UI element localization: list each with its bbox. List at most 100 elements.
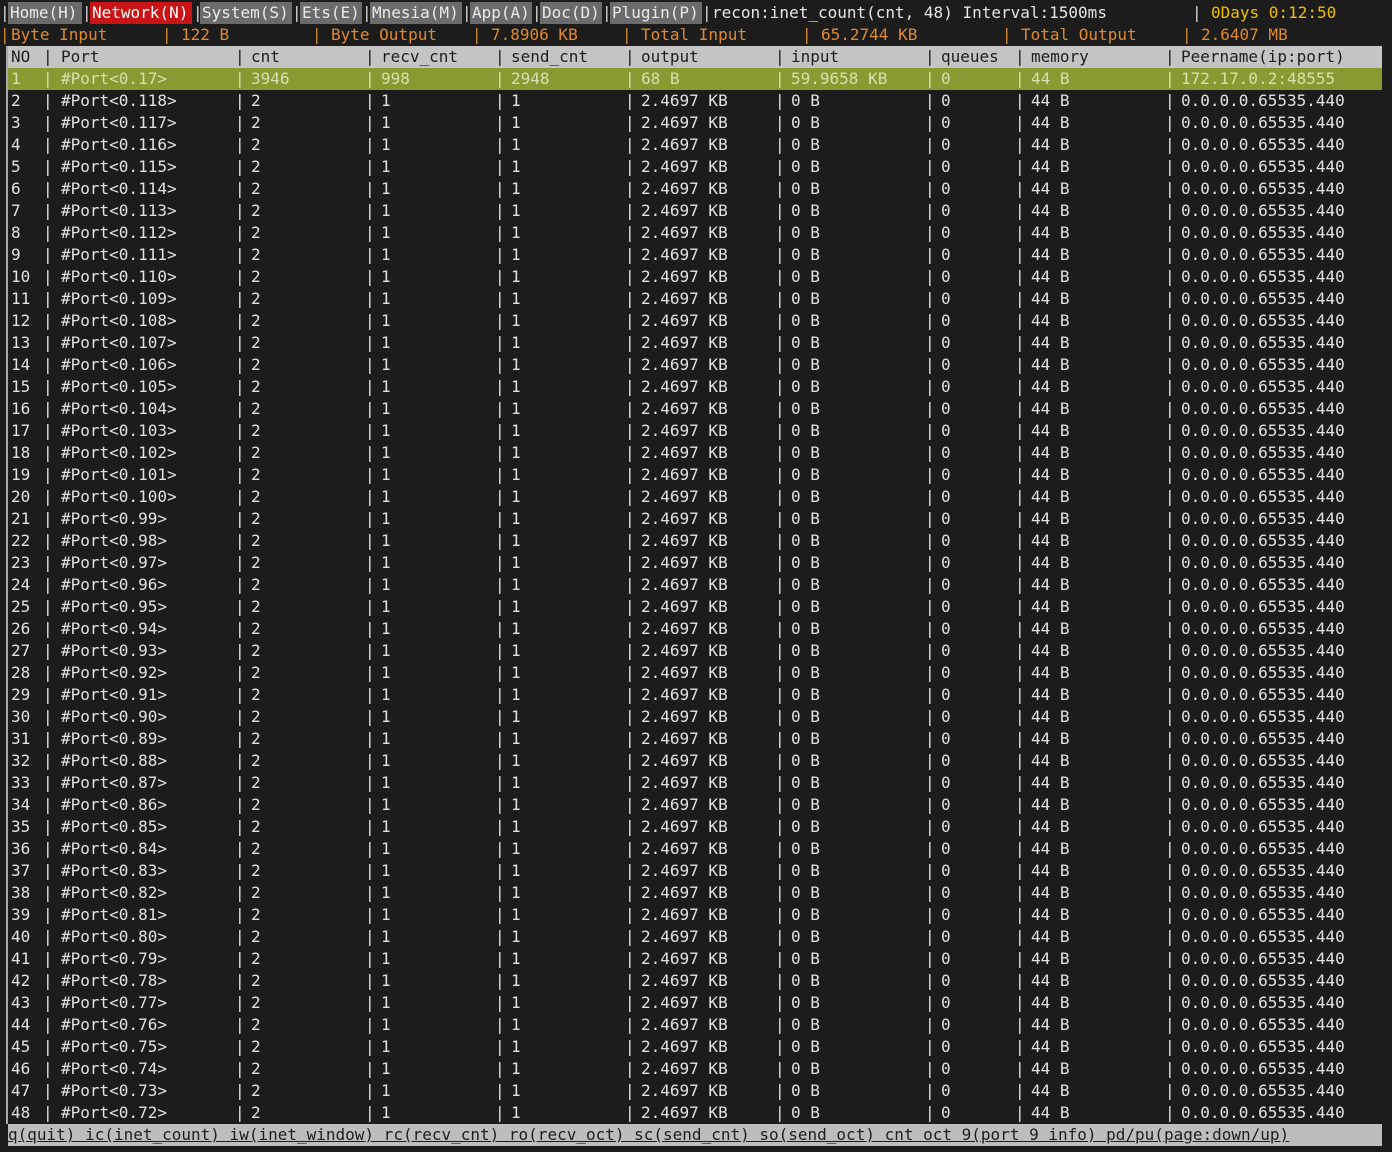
cell-output: 2.4697 KB [641,1059,728,1078]
cell-separator: | [43,773,53,792]
cell-separator: | [235,223,245,242]
col-header-recv-cnt[interactable]: recv_cnt [381,46,458,68]
tab-home[interactable]: Home(H) [8,2,82,24]
cell-separator: | [775,531,785,550]
table-row[interactable]: 37 | #Port<0.83> | 2 | 1 | 1 | 2.4697 KB | 0 B | 0 | 44 … [8,860,1382,882]
table-row[interactable]: 11 | #Port<0.109> | 2 | 1 | 1 | 2.4697 KB | 0 B | 0 | 44… [8,288,1382,310]
table-row[interactable]: 28 | #Port<0.92> | 2 | 1 | 1 | 2.4697 KB | 0 B | 0 | 44 … [8,662,1382,684]
cell-queues: 0 [941,311,951,330]
col-header-port[interactable]: Port [61,46,100,68]
cell-separator: | [625,641,635,660]
table-row[interactable]: 29 | #Port<0.91> | 2 | 1 | 1 | 2.4697 KB | 0 B | 0 | 44 … [8,684,1382,706]
tab-plugin[interactable]: Plugin(P) [610,2,702,24]
tab-app[interactable]: App(A) [470,2,532,24]
table-row[interactable]: 26 | #Port<0.94> | 2 | 1 | 1 | 2.4697 KB | 0 B | 0 | 44 … [8,618,1382,640]
table-row[interactable]: 10 | #Port<0.110> | 2 | 1 | 1 | 2.4697 KB | 0 B | 0 | 44… [8,266,1382,288]
cell-separator: | [1015,91,1025,110]
table-row[interactable]: 40 | #Port<0.80> | 2 | 1 | 1 | 2.4697 KB | 0 B | 0 | 44 … [8,926,1382,948]
table-row[interactable]: 39 | #Port<0.81> | 2 | 1 | 1 | 2.4697 KB | 0 B | 0 | 44 … [8,904,1382,926]
table-row[interactable]: 36 | #Port<0.84> | 2 | 1 | 1 | 2.4697 KB | 0 B | 0 | 44 … [8,838,1382,860]
table-row[interactable]: 21 | #Port<0.99> | 2 | 1 | 1 | 2.4697 KB | 0 B | 0 | 44 … [8,508,1382,530]
table-row[interactable]: 48 | #Port<0.72> | 2 | 1 | 1 | 2.4697 KB | 0 B | 0 | 44 … [8,1102,1382,1124]
cell-separator: | [925,685,935,704]
cell-queues: 0 [941,729,951,748]
table-row[interactable]: 44 | #Port<0.76> | 2 | 1 | 1 | 2.4697 KB | 0 B | 0 | 44 … [8,1014,1382,1036]
cell-send-cnt: 1 [511,223,521,242]
table-row[interactable]: 22 | #Port<0.98> | 2 | 1 | 1 | 2.4697 KB | 0 B | 0 | 44 … [8,530,1382,552]
cell-send-cnt: 1 [511,949,521,968]
table-row[interactable]: 4 | #Port<0.116> | 2 | 1 | 1 | 2.4697 KB | 0 B | 0 | 44 … [8,134,1382,156]
table-row[interactable]: 34 | #Port<0.86> | 2 | 1 | 1 | 2.4697 KB | 0 B | 0 | 44 … [8,794,1382,816]
table-row[interactable]: 23 | #Port<0.97> | 2 | 1 | 1 | 2.4697 KB | 0 B | 0 | 44 … [8,552,1382,574]
table-row[interactable]: 18 | #Port<0.102> | 2 | 1 | 1 | 2.4697 KB | 0 B | 0 | 44… [8,442,1382,464]
cell-recv-cnt: 1 [381,157,391,176]
table-row[interactable]: 5 | #Port<0.115> | 2 | 1 | 1 | 2.4697 KB | 0 B | 0 | 44 … [8,156,1382,178]
cell-cnt: 2 [251,1037,261,1056]
table-row[interactable]: 8 | #Port<0.112> | 2 | 1 | 1 | 2.4697 KB | 0 B | 0 | 44 … [8,222,1382,244]
tab-mnesia[interactable]: Mnesia(M) [370,2,462,24]
table-row[interactable]: 12 | #Port<0.108> | 2 | 1 | 1 | 2.4697 KB | 0 B | 0 | 44… [8,310,1382,332]
table-row[interactable]: 42 | #Port<0.78> | 2 | 1 | 1 | 2.4697 KB | 0 B | 0 | 44 … [8,970,1382,992]
tab-network[interactable]: Network(N) [90,2,192,24]
table-row[interactable]: 27 | #Port<0.93> | 2 | 1 | 1 | 2.4697 KB | 0 B | 0 | 44 … [8,640,1382,662]
table-row[interactable]: 41 | #Port<0.79> | 2 | 1 | 1 | 2.4697 KB | 0 B | 0 | 44 … [8,948,1382,970]
table-row[interactable]: 14 | #Port<0.106> | 2 | 1 | 1 | 2.4697 KB | 0 B | 0 | 44… [8,354,1382,376]
cell-no: 40 [11,927,31,946]
table-row[interactable]: 32 | #Port<0.88> | 2 | 1 | 1 | 2.4697 KB | 0 B | 0 | 44 … [8,750,1382,772]
col-header-queues[interactable]: queues [941,46,999,68]
col-header-send-cnt[interactable]: send_cnt [511,46,588,68]
cell-separator: | [1165,311,1175,330]
table-row[interactable]: 7 | #Port<0.113> | 2 | 1 | 1 | 2.4697 KB | 0 B | 0 | 44 … [8,200,1382,222]
col-header-output[interactable]: output [641,46,699,68]
table-row[interactable]: 16 | #Port<0.104> | 2 | 1 | 1 | 2.4697 KB | 0 B | 0 | 44… [8,398,1382,420]
cell-separator: | [925,575,935,594]
table-row[interactable]: 47 | #Port<0.73> | 2 | 1 | 1 | 2.4697 KB | 0 B | 0 | 44 … [8,1080,1382,1102]
cell-separator: | [235,201,245,220]
table-row[interactable]: 20 | #Port<0.100> | 2 | 1 | 1 | 2.4697 KB | 0 B | 0 | 44… [8,486,1382,508]
cell-port: #Port<0.108> [61,311,177,330]
cell-output: 2.4697 KB [641,575,728,594]
cell-input: 0 B [791,1015,820,1034]
cell-port: #Port<0.93> [61,641,167,660]
tab-ets[interactable]: Ets(E) [300,2,362,24]
table-row[interactable]: 13 | #Port<0.107> | 2 | 1 | 1 | 2.4697 KB | 0 B | 0 | 44… [8,332,1382,354]
tab-doc[interactable]: Doc(D) [540,2,602,24]
table-row[interactable]: 17 | #Port<0.103> | 2 | 1 | 1 | 2.4697 KB | 0 B | 0 | 44… [8,420,1382,442]
cell-memory: 44 B [1031,905,1070,924]
col-header-peername[interactable]: Peername(ip:port) [1181,46,1345,68]
col-header-input[interactable]: input [791,46,839,68]
table-row[interactable]: 46 | #Port<0.74> | 2 | 1 | 1 | 2.4697 KB | 0 B | 0 | 44 … [8,1058,1382,1080]
cell-input: 0 B [791,509,820,528]
col-header-memory[interactable]: memory [1031,46,1089,68]
cell-send-cnt: 1 [511,883,521,902]
cell-queues: 0 [941,883,951,902]
cell-separator: | [1015,531,1025,550]
cell-queues: 0 [941,619,951,638]
table-row[interactable]: 31 | #Port<0.89> | 2 | 1 | 1 | 2.4697 KB | 0 B | 0 | 44 … [8,728,1382,750]
table-row[interactable]: 3 | #Port<0.117> | 2 | 1 | 1 | 2.4697 KB | 0 B | 0 | 44 … [8,112,1382,134]
table-row[interactable]: 9 | #Port<0.111> | 2 | 1 | 1 | 2.4697 KB | 0 B | 0 | 44 … [8,244,1382,266]
table-row[interactable]: 38 | #Port<0.82> | 2 | 1 | 1 | 2.4697 KB | 0 B | 0 | 44 … [8,882,1382,904]
table-row[interactable]: 2 | #Port<0.118> | 2 | 1 | 1 | 2.4697 KB | 0 B | 0 | 44 … [8,90,1382,112]
table-row[interactable]: 33 | #Port<0.87> | 2 | 1 | 1 | 2.4697 KB | 0 B | 0 | 44 … [8,772,1382,794]
table-row[interactable]: 15 | #Port<0.105> | 2 | 1 | 1 | 2.4697 KB | 0 B | 0 | 44… [8,376,1382,398]
col-header-no[interactable]: NO [11,46,30,68]
col-header-cnt[interactable]: cnt [251,46,280,68]
table-row[interactable]: 43 | #Port<0.77> | 2 | 1 | 1 | 2.4697 KB | 0 B | 0 | 44 … [8,992,1382,1014]
cell-queues: 0 [941,487,951,506]
table-row[interactable]: 25 | #Port<0.95> | 2 | 1 | 1 | 2.4697 KB | 0 B | 0 | 44 … [8,596,1382,618]
tab-system[interactable]: System(S) [200,2,292,24]
cell-queues: 0 [941,641,951,660]
table-row[interactable]: 19 | #Port<0.101> | 2 | 1 | 1 | 2.4697 KB | 0 B | 0 | 44… [8,464,1382,486]
table-row[interactable]: 6 | #Port<0.114> | 2 | 1 | 1 | 2.4697 KB | 0 B | 0 | 44 … [8,178,1382,200]
table-row[interactable]: 24 | #Port<0.96> | 2 | 1 | 1 | 2.4697 KB | 0 B | 0 | 44 … [8,574,1382,596]
table-row[interactable]: 45 | #Port<0.75> | 2 | 1 | 1 | 2.4697 KB | 0 B | 0 | 44 … [8,1036,1382,1058]
cell-separator: | [625,751,635,770]
cell-output: 2.4697 KB [641,839,728,858]
cell-cnt: 2 [251,861,261,880]
cell-recv-cnt: 1 [381,1103,391,1122]
table-row[interactable]: 35 | #Port<0.85> | 2 | 1 | 1 | 2.4697 KB | 0 B | 0 | 44 … [8,816,1382,838]
table-row[interactable]: 1 | #Port<0.17> | 3946 | 998 | 2948 | 68 B | 59.9658… [8,68,1382,90]
table-row[interactable]: 30 | #Port<0.90> | 2 | 1 | 1 | 2.4697 KB | 0 B | 0 | 44 … [8,706,1382,728]
cell-separator: | [1165,443,1175,462]
